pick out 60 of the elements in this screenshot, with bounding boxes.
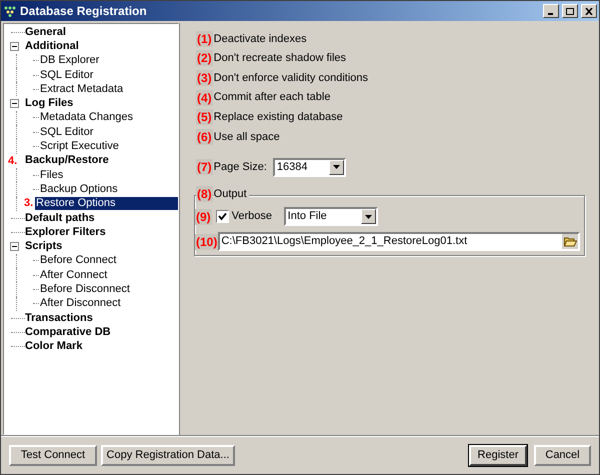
tree-item[interactable]: Default paths — [25, 212, 95, 224]
page-size-label: Page Size: — [214, 160, 267, 175]
option-label: Deactivate indexes — [214, 32, 307, 47]
tree-item[interactable]: Backup Options — [39, 182, 119, 196]
option-label: Commit after each table — [214, 90, 330, 106]
folder-open-icon[interactable] — [562, 234, 578, 250]
tree-item[interactable]: Before Disconnect — [39, 282, 131, 296]
tree-item[interactable]: Transactions — [25, 312, 93, 325]
tree-item[interactable]: Backup/Restore — [25, 154, 109, 168]
callout-number: (2) — [196, 50, 213, 66]
tree-item[interactable]: SQL Editor — [39, 126, 94, 139]
dialog-button[interactable]: Cancel — [534, 444, 591, 466]
page-size-dropdown[interactable]: 16384 — [272, 158, 346, 177]
callout-number: (10) — [195, 234, 218, 250]
dialog-button[interactable]: Copy Registration Data... — [101, 444, 235, 466]
callout-number: (9) — [195, 208, 212, 225]
tree-item[interactable]: SQL Editor — [39, 68, 94, 82]
tree-item[interactable]: General — [25, 26, 66, 39]
tree-item[interactable]: Additional — [25, 40, 79, 53]
callout-number: 3. — [24, 196, 31, 212]
minimize-icon[interactable] — [543, 4, 559, 18]
callout-number: (7) — [196, 159, 213, 176]
dialog-button[interactable]: Register — [469, 444, 527, 466]
tree-item[interactable]: Scripts — [25, 240, 62, 254]
option-label: Don't enforce validity conditions — [214, 70, 368, 86]
collapse-icon[interactable] — [10, 99, 19, 108]
verbose-label: Verbose — [232, 209, 274, 224]
tree-item[interactable]: Comparative DB — [25, 326, 111, 339]
callout-number: (4) — [196, 90, 213, 106]
tree-item[interactable]: Metadata Changes — [39, 111, 134, 124]
callout-number: (3) — [196, 70, 213, 86]
tree-item[interactable]: Before Connect — [39, 254, 118, 268]
option-label: Use all space — [214, 130, 280, 145]
option-label: Don't recreate shadow files — [214, 51, 346, 66]
tree-item[interactable]: Restore Options — [35, 197, 178, 210]
callout-number: 4. — [8, 154, 18, 169]
tree-item[interactable]: DB Explorer — [39, 54, 100, 68]
tree-item[interactable]: Color Mark — [25, 340, 82, 354]
tree-item[interactable]: Script Executive — [39, 140, 120, 154]
callout-number: (6) — [196, 128, 213, 145]
collapse-icon[interactable] — [10, 42, 19, 51]
verbose-checkbox[interactable] — [216, 210, 229, 224]
log-path-field[interactable]: C:\FB3021\Logs\Employee_2_1_RestoreLog01.txt — [218, 232, 580, 252]
collapse-icon[interactable] — [10, 242, 19, 252]
callout-number: (8) — [196, 186, 213, 202]
tree-item[interactable]: After Connect — [39, 268, 108, 282]
tree-item[interactable]: Files — [39, 168, 64, 182]
dialog-button[interactable]: Test Connect — [9, 444, 97, 466]
tree-item[interactable]: After Disconnect — [39, 297, 122, 310]
option-label: Replace existing database — [214, 110, 343, 125]
callout-number: (1) — [196, 30, 213, 47]
maximize-icon[interactable] — [562, 4, 578, 18]
output-target-dropdown[interactable]: Into File — [284, 207, 378, 226]
app-icon — [3, 5, 17, 17]
tree-item[interactable]: Log Files — [25, 97, 74, 110]
tree-item[interactable]: Extract Metadata — [39, 82, 124, 96]
tree-item[interactable]: Explorer Filters — [25, 226, 106, 239]
callout-number: (5) — [196, 109, 213, 126]
close-icon[interactable] — [581, 4, 597, 18]
window-title: Database Registration — [20, 3, 148, 20]
